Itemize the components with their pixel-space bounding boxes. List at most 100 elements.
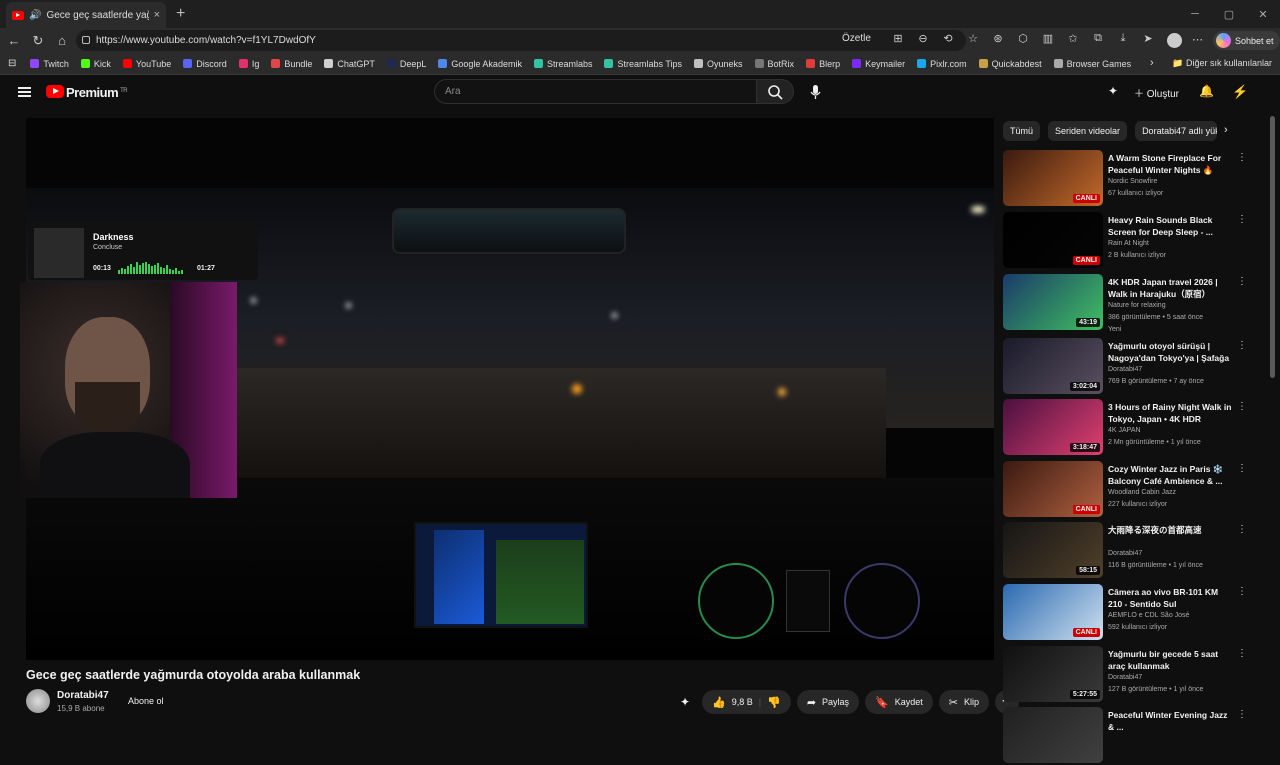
url-field[interactable]: https://www.youtube.com/watch?v=f1YL7Dwd… bbox=[76, 30, 966, 51]
channel-avatar[interactable] bbox=[26, 689, 50, 713]
recommendation-menu-icon[interactable]: ⋮ bbox=[1237, 152, 1247, 163]
microphone-icon[interactable] bbox=[809, 84, 822, 100]
account-avatar[interactable]: ⚡ bbox=[1232, 84, 1248, 99]
bookmark-item[interactable]: Keymailer bbox=[852, 59, 905, 69]
clip-button[interactable]: ✂ Klip bbox=[938, 690, 990, 714]
bookmark-item[interactable]: Twitch bbox=[30, 59, 69, 69]
reload-button[interactable]: ↻ bbox=[26, 33, 50, 49]
bookmark-item[interactable]: Ig bbox=[238, 59, 259, 69]
page-scrollbar[interactable] bbox=[1270, 116, 1275, 378]
tab-close-button[interactable]: × bbox=[154, 9, 160, 21]
recommendation-menu-icon[interactable]: ⋮ bbox=[1237, 648, 1247, 659]
recommendation-thumbnail[interactable] bbox=[1003, 707, 1103, 763]
new-tab-button[interactable]: + bbox=[176, 5, 185, 23]
recommendation-item[interactable]: CANLI Heavy Rain Sounds Black Screen for … bbox=[1003, 212, 1268, 270]
recommendation-menu-icon[interactable]: ⋮ bbox=[1237, 586, 1247, 597]
share-icon[interactable]: ➤ bbox=[1140, 32, 1156, 48]
bookmarks-overflow-icon[interactable]: › bbox=[1150, 57, 1154, 69]
ask-gem-icon[interactable]: ✦ bbox=[680, 695, 690, 709]
bookmark-item[interactable]: Bundle bbox=[271, 59, 312, 69]
bookmark-item[interactable]: YouTube bbox=[122, 59, 171, 69]
filter-chip[interactable]: Seriden videolar bbox=[1048, 121, 1128, 141]
speaker-icon[interactable]: 🔊 bbox=[29, 10, 41, 21]
profile-avatar[interactable] bbox=[1167, 33, 1182, 48]
bookmark-item[interactable]: Discord bbox=[183, 59, 227, 69]
bookmark-item[interactable]: DeepL bbox=[386, 59, 426, 69]
gem-icon[interactable]: ✦ bbox=[1108, 84, 1118, 98]
recommendation-menu-icon[interactable]: ⋮ bbox=[1237, 709, 1247, 720]
home-button[interactable]: ⌂ bbox=[50, 33, 74, 48]
recommendation-thumbnail[interactable]: CANLI bbox=[1003, 212, 1103, 268]
sidebar-icon[interactable]: ▥ bbox=[1040, 32, 1056, 48]
youtube-brand[interactable]: Premium TR bbox=[66, 85, 128, 100]
channel-name[interactable]: Doratabi47 bbox=[57, 690, 109, 701]
bookmarks-menu-icon[interactable]: ⊟ bbox=[8, 58, 16, 69]
bookmark-item[interactable]: Quickabdest bbox=[978, 59, 1042, 69]
bookmark-item[interactable]: Oyuneks bbox=[694, 59, 743, 69]
subscribe-button[interactable]: Abone ol bbox=[128, 696, 164, 706]
bookmark-item[interactable]: Streamlabs bbox=[533, 59, 592, 69]
more-menu-icon[interactable]: ⋯ bbox=[1192, 33, 1203, 46]
bookmark-item[interactable]: Streamlabs Tips bbox=[604, 59, 682, 69]
download-icon[interactable]: ⤓ bbox=[1115, 32, 1131, 48]
favorites-icon[interactable]: ✩ bbox=[1065, 32, 1081, 48]
recommendation-item[interactable]: CANLI Cozy Winter Jazz in Paris ❄️ Balcon… bbox=[1003, 461, 1268, 519]
recommendation-item[interactable]: 43:19 4K HDR Japan travel 2026 | Walk in … bbox=[1003, 274, 1268, 333]
dislike-icon[interactable]: 👎 bbox=[767, 696, 781, 709]
recommendation-menu-icon[interactable]: ⋮ bbox=[1237, 463, 1247, 474]
recommendation-thumbnail[interactable]: CANLI bbox=[1003, 584, 1103, 640]
recommendation-thumbnail[interactable]: 5:27:55 bbox=[1003, 646, 1103, 702]
share-button[interactable]: ➦ Paylaş bbox=[796, 690, 860, 714]
recommendation-menu-icon[interactable]: ⋮ bbox=[1237, 340, 1247, 351]
youtube-logo-icon[interactable] bbox=[46, 85, 64, 98]
recommendation-item[interactable]: CANLI A Warm Stone Fireplace For Peaceful… bbox=[1003, 150, 1268, 208]
menu-icon[interactable] bbox=[18, 87, 31, 97]
recommendation-menu-icon[interactable]: ⋮ bbox=[1237, 276, 1247, 287]
notifications-bell-icon[interactable]: 🔔 bbox=[1199, 84, 1214, 98]
filter-chip[interactable]: Doratabi47 adlı yükleyici bbox=[1135, 121, 1218, 141]
recommendation-thumbnail[interactable]: 3:02:04 bbox=[1003, 338, 1103, 394]
bookmark-item[interactable]: Kick bbox=[80, 59, 111, 69]
chips-next-icon[interactable]: › bbox=[1224, 124, 1228, 136]
browser-tab[interactable]: 🔊 Gece geç saatlerde yağmurda × bbox=[6, 2, 166, 28]
recommendation-thumbnail[interactable]: CANLI bbox=[1003, 150, 1103, 206]
favorite-star-icon[interactable]: ☆ bbox=[965, 32, 981, 48]
bookmark-item[interactable]: BotRix bbox=[754, 59, 794, 69]
copilot-chat-button[interactable]: Sohbet et bbox=[1213, 31, 1280, 50]
save-button[interactable]: 🔖 Kaydet bbox=[865, 690, 933, 714]
bookmark-item[interactable]: ChatGPT bbox=[324, 59, 375, 69]
other-bookmarks-folder[interactable]: 📁 Diğer sık kullanılanlar bbox=[1172, 58, 1272, 69]
recommendation-menu-icon[interactable]: ⋮ bbox=[1237, 524, 1247, 535]
extensions-icon[interactable]: ⬡ bbox=[1015, 32, 1031, 48]
recommendation-thumbnail[interactable]: CANLI bbox=[1003, 461, 1103, 517]
site-info-icon[interactable] bbox=[82, 36, 90, 44]
search-input[interactable]: Ara bbox=[434, 79, 757, 104]
bookmark-item[interactable]: Blerp bbox=[806, 59, 840, 69]
recommendation-item[interactable]: 3:18:47 3 Hours of Rainy Night Walk in To… bbox=[1003, 399, 1268, 457]
close-window-button[interactable]: ✕ bbox=[1246, 8, 1280, 21]
like-icon[interactable]: 👍 bbox=[712, 696, 726, 709]
recommendation-menu-icon[interactable]: ⋮ bbox=[1237, 214, 1247, 225]
recommendation-thumbnail[interactable]: 58:15 bbox=[1003, 522, 1103, 578]
create-button[interactable]: ＋ Oluştur bbox=[1134, 85, 1179, 100]
search-button[interactable] bbox=[757, 79, 794, 104]
recommendation-item[interactable]: Peaceful Winter Evening Jazz & ... ⋮ bbox=[1003, 707, 1268, 765]
recommendation-item[interactable]: 3:02:04 Yağmurlu otoyol sürüşü | Nagoya'd… bbox=[1003, 338, 1268, 396]
recommendation-item[interactable]: 5:27:55 Yağmurlu bir gecede 5 saat araç k… bbox=[1003, 646, 1268, 704]
recommendation-thumbnail[interactable]: 3:18:47 bbox=[1003, 399, 1103, 455]
like-count[interactable]: 9,8 B bbox=[732, 697, 753, 707]
filter-chip[interactable]: Tümü bbox=[1003, 121, 1041, 141]
recommendation-item[interactable]: 58:15 大雨降る深夜の首都高速 Doratabi47 116 B görüntül… bbox=[1003, 522, 1268, 580]
gamepad-icon[interactable]: ⊛ bbox=[990, 32, 1006, 48]
zoom-icon[interactable]: ⊖ bbox=[915, 32, 931, 48]
back-button[interactable]: ← bbox=[2, 33, 26, 48]
bookmark-item[interactable]: Pixlr.com bbox=[917, 59, 967, 69]
recommendation-thumbnail[interactable]: 43:19 bbox=[1003, 274, 1103, 330]
bookmark-item[interactable]: Browser Games bbox=[1053, 59, 1131, 69]
split-screen-icon[interactable]: ⊞ bbox=[890, 32, 906, 48]
maximize-button[interactable]: ▢ bbox=[1212, 8, 1246, 21]
bookmark-item[interactable]: Google Akademik bbox=[438, 59, 522, 69]
recommendation-menu-icon[interactable]: ⋮ bbox=[1237, 401, 1247, 412]
minimize-button[interactable]: ─ bbox=[1178, 8, 1212, 20]
collections-icon[interactable]: ⧉ bbox=[1090, 32, 1106, 48]
